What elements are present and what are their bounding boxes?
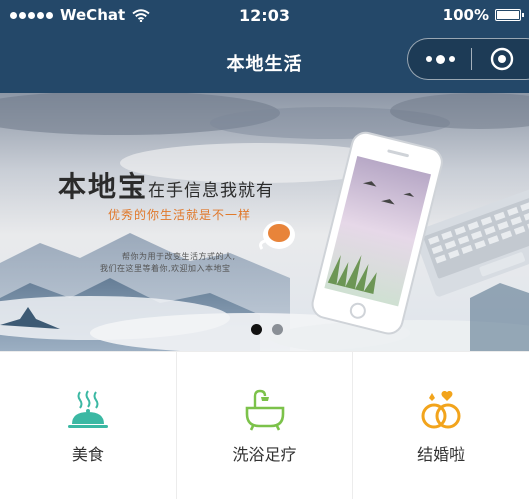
mini-program-capsule [407,38,529,80]
carousel-indicators [251,324,283,335]
more-dot-icon [426,56,432,62]
menu-item-food[interactable]: 美食 [0,352,177,499]
navigation-bar: 本地生活 [0,32,529,93]
promo-banner[interactable]: 本地宝在手信息我就有 优秀的你生活就是不一样 帮你为用于改变生活方式的人, 我们… [0,93,529,351]
menu-item-bath[interactable]: 洗浴足疗 [177,352,354,499]
category-menu: 美食 洗浴足疗 结婚啦 [0,351,529,499]
banner-subline: 优秀的你生活就是不一样 [108,208,252,222]
menu-item-label: 美食 [71,445,104,464]
battery-percentage: 100% [442,6,489,24]
close-target-icon[interactable] [490,47,514,71]
bathtub-icon [245,389,284,431]
banner-body-line: 帮你为用于改变生活方式的人, [122,252,236,261]
more-dot-icon [449,56,455,62]
carousel-dot-active[interactable] [251,324,262,335]
banner-headline: 本地宝在手信息我就有 [58,165,274,205]
status-right: 100% [442,6,524,24]
menu-item-wedding[interactable]: 结婚啦 [353,352,529,499]
menu-item-label: 洗浴足疗 [232,445,297,464]
food-cloche-icon [67,390,108,428]
carousel-dot[interactable] [272,324,283,335]
more-dot-icon [436,54,445,64]
menu-item-label: 结婚啦 [417,445,466,464]
banner-headline-brand: 本地宝 [58,170,149,203]
status-bar: WeChat 12:03 100% [0,0,529,32]
more-options-button[interactable] [426,51,460,67]
banner-body-line: 我们在这里等着你,欢迎加入本地宝 [100,264,231,273]
wedding-rings-icon [421,390,461,429]
banner-background-illustration [0,93,529,351]
banner-headline-slogan: 在手信息我就有 [148,181,275,201]
capsule-divider [471,48,472,70]
battery-icon [495,9,524,21]
